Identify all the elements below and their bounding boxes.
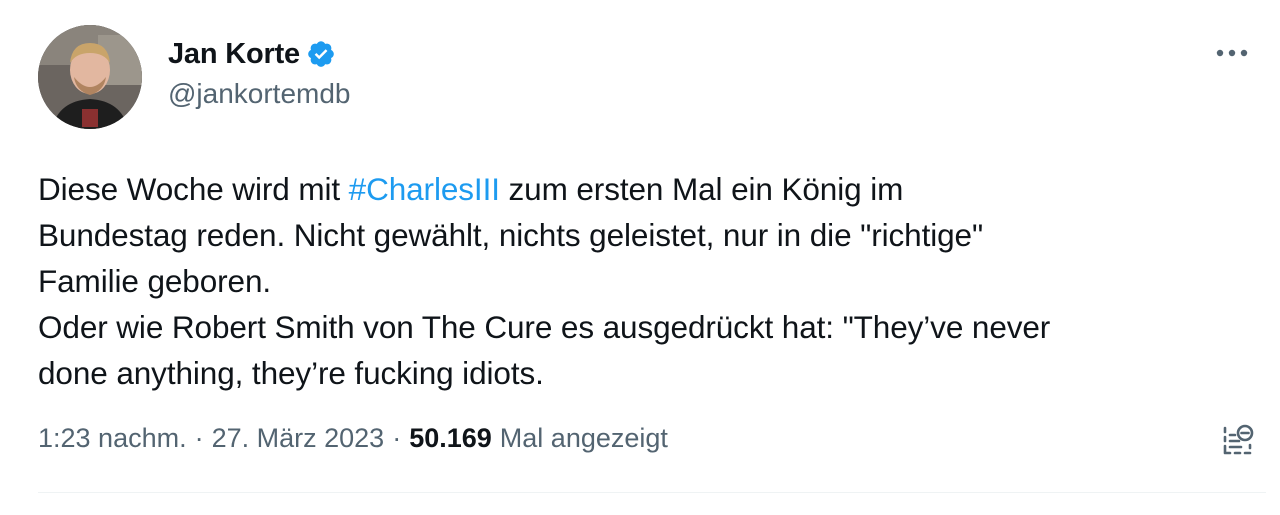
author-handle[interactable]: @jankortemdb	[168, 78, 351, 110]
hashtag-link[interactable]: #CharlesIII	[349, 171, 500, 207]
more-dots-icon	[1216, 49, 1248, 57]
meta-separator: ·	[194, 422, 204, 453]
views-label: Mal angezeigt	[499, 422, 668, 453]
more-options-button[interactable]	[1212, 38, 1252, 68]
author-name-row[interactable]: Jan Korte	[168, 34, 336, 74]
tweet-text-part: Diese Woche wird mit	[38, 171, 349, 207]
meta-separator: ·	[392, 422, 402, 453]
author-avatar[interactable]	[38, 25, 142, 129]
analytics-button[interactable]	[1218, 420, 1258, 460]
tweet-text: Diese Woche wird mit #CharlesIII zum ers…	[38, 166, 1258, 396]
divider	[38, 492, 1266, 493]
tweet-meta: 1:23 nachm. · 27. März 2023 · 50.169 Mal…	[38, 418, 668, 458]
analytics-icon	[1223, 424, 1254, 455]
tweet-date[interactable]: 27. März 2023	[212, 423, 385, 454]
views-count: 50.169	[409, 422, 492, 453]
tweet-time[interactable]: 1:23 nachm.	[38, 423, 187, 454]
avatar-photo	[38, 25, 142, 129]
verified-badge-icon	[306, 39, 336, 69]
tweet-card: Jan Korte @jankortemdb Diese Woche wird …	[0, 0, 1280, 515]
author-name[interactable]: Jan Korte	[168, 38, 300, 71]
